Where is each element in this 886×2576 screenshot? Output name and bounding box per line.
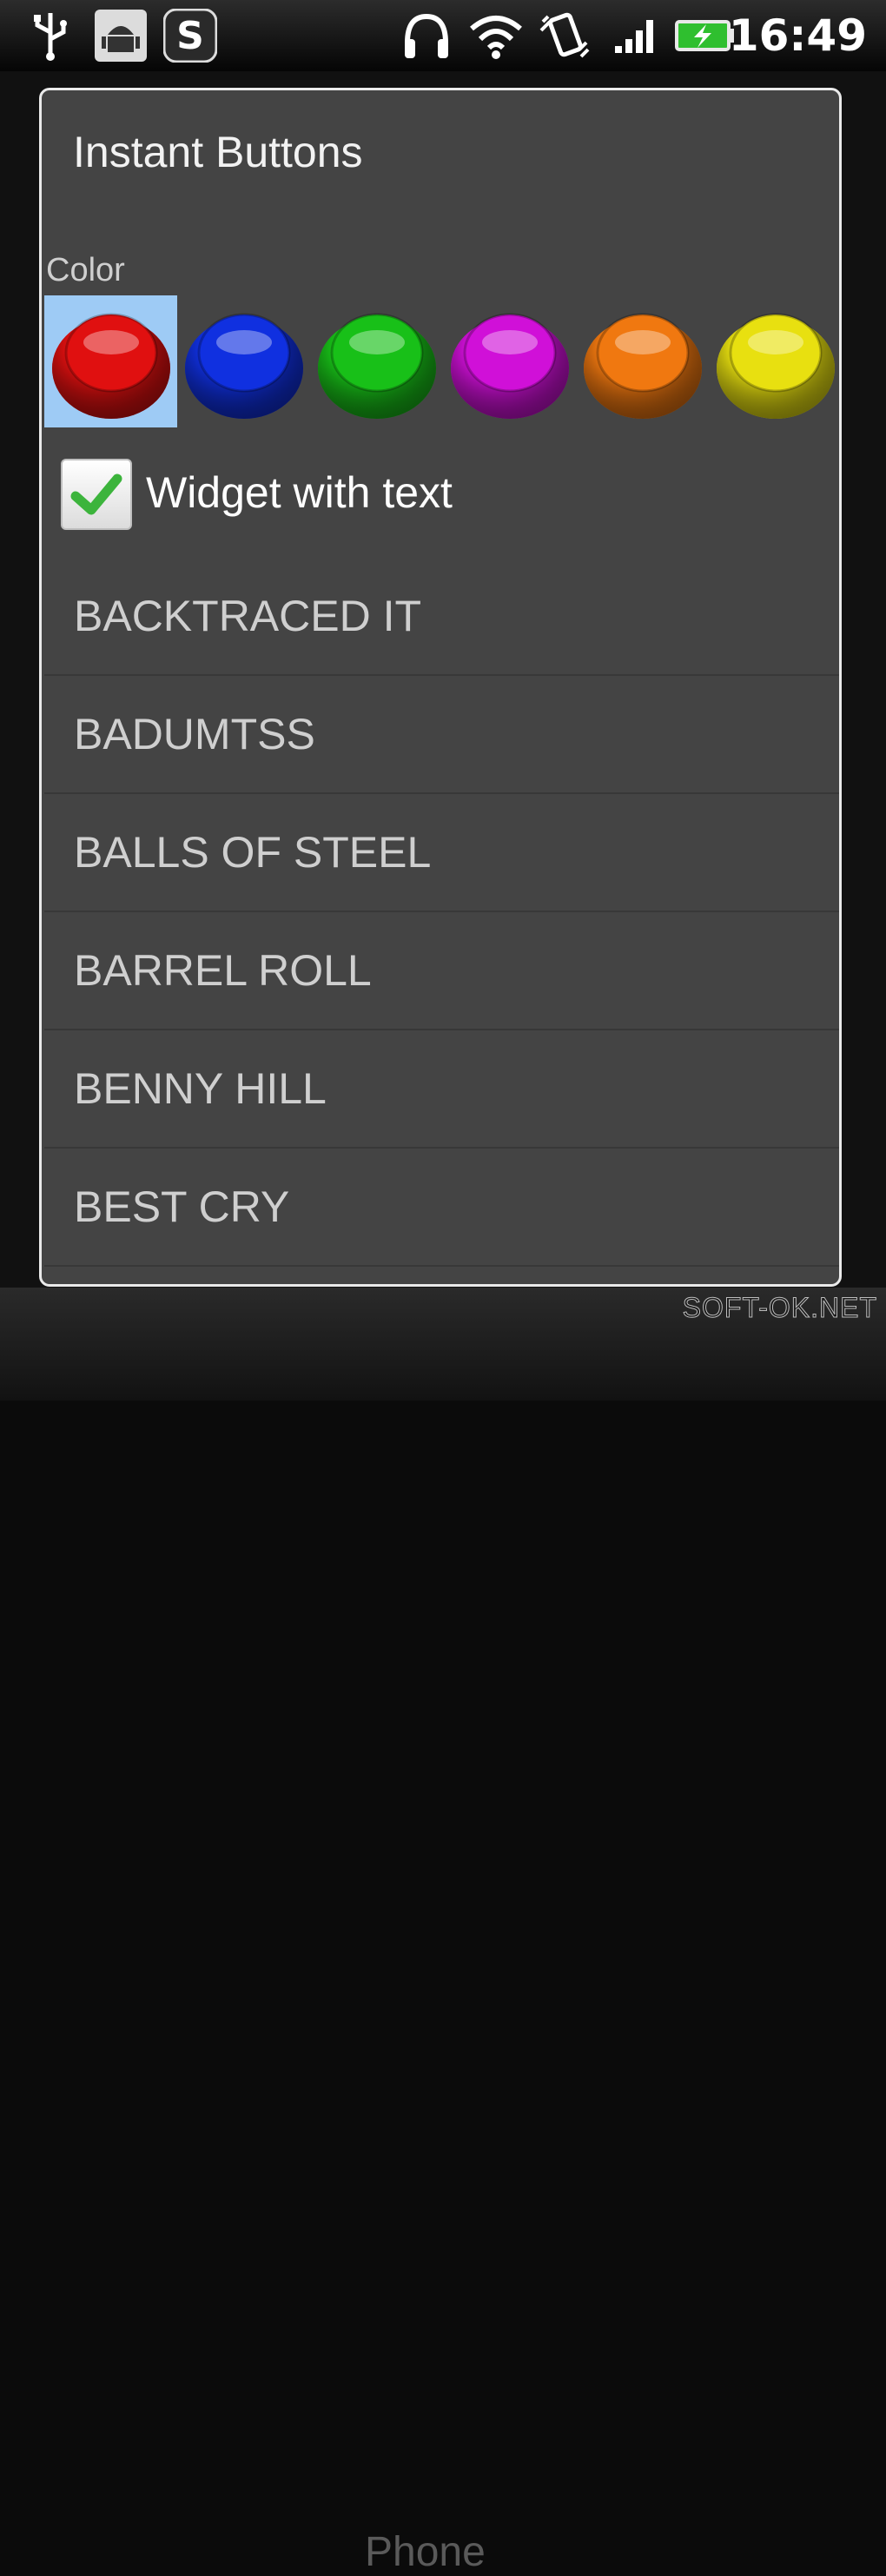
headset-icon [400,7,453,64]
color-swatch-red[interactable] [44,295,177,427]
usb-icon [26,7,75,64]
color-swatch-orange[interactable] [576,295,709,427]
list-item[interactable]: BENNY HILL [44,1030,839,1149]
color-swatch-magenta[interactable] [443,295,576,427]
watermark: SOFT-OK.NET [682,1292,877,1324]
blue-button-icon [184,313,303,419]
list-item[interactable]: BARREL ROLL [44,912,839,1030]
skype-icon: S [162,7,219,64]
widget-with-text-checkbox[interactable] [61,459,132,530]
color-swatch-yellow[interactable] [709,295,839,427]
vibrate-icon [537,7,592,64]
instant-buttons-dialog: Instant Buttons Color Widget with text B… [39,88,842,1287]
battery-charging-icon [672,7,737,64]
magenta-button-icon [450,313,569,419]
signal-icon [612,7,660,64]
green-button-icon [317,313,436,419]
clock: 16:49 [728,10,867,61]
dock-phone-label: Phone [365,2529,486,2575]
red-button-icon [51,313,170,419]
list-item[interactable]: BACKTRACED IT [44,558,839,676]
checkmark-icon [70,473,122,515]
svg-text:S: S [176,14,204,58]
wifi-icon [467,7,525,64]
sound-list: BACKTRACED IT BADUMTSS BALLS OF STEEL BARRE… [44,558,839,1267]
dialog-title: Instant Buttons [73,128,363,176]
list-item[interactable]: BEST CRY [44,1149,839,1267]
widget-with-text-option[interactable]: Widget with text [59,455,823,533]
orange-button-icon [583,313,702,419]
widget-with-text-label: Widget with text [146,468,453,517]
color-label: Color [46,252,125,288]
yellow-button-icon [716,313,835,419]
color-swatch-green[interactable] [310,295,443,427]
color-swatch-blue[interactable] [177,295,310,427]
list-item[interactable]: BADUMTSS [44,676,839,794]
android-debug-icon [92,7,149,64]
status-bar: S 16:49 [0,0,886,71]
list-item[interactable]: BALLS OF STEEL [44,794,839,912]
color-picker [44,295,839,427]
